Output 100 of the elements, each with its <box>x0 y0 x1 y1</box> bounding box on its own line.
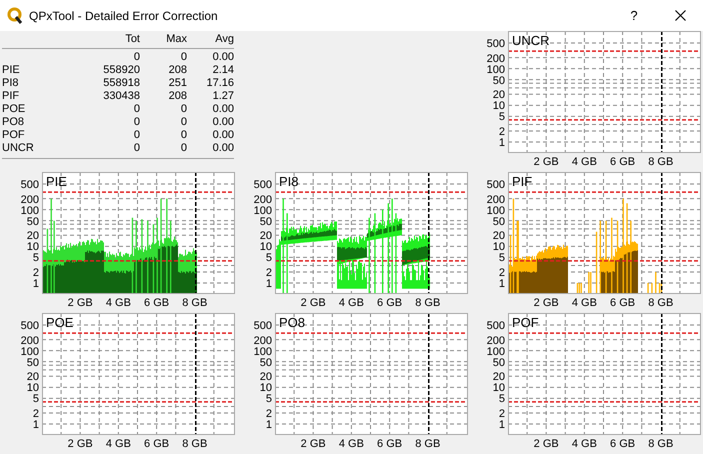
table-cell-text: 251 <box>168 77 187 90</box>
x-axis-label: 8 GB <box>648 156 674 168</box>
table-cell-text: 0.00 <box>212 129 234 142</box>
y-axis-label: 50 <box>260 216 272 228</box>
x-axis-label: 4 GB <box>572 156 597 168</box>
table-cell-text: 0 <box>180 51 187 64</box>
table-cell-text: 0 <box>132 103 140 116</box>
y-axis-label: 1 <box>266 419 272 431</box>
y-axis-label: 500 <box>254 320 272 332</box>
y-axis-label: 2 <box>498 266 505 279</box>
column-header: Max <box>140 33 187 49</box>
y-axis-label: 100 <box>254 204 272 217</box>
y-axis-label: 50 <box>260 356 272 369</box>
y-axis-label: 200 <box>486 334 505 347</box>
x-axis-label: 6 GB <box>144 297 170 309</box>
x-axis-label: 6 GB <box>377 297 402 309</box>
x-axis-label: 2 GB <box>68 438 93 450</box>
table-cell-text: 0 <box>132 116 140 129</box>
y-axis-label: 5 <box>266 252 272 264</box>
y-axis-label: 20 <box>26 371 39 384</box>
row-label: POF <box>2 129 26 142</box>
y-axis-label: 2 <box>32 266 39 279</box>
y-axis-label: 5 <box>498 111 505 124</box>
y-axis-label: 100 <box>254 346 272 358</box>
y-axis-label: 500 <box>20 179 39 191</box>
y-axis-label: 20 <box>492 230 505 242</box>
x-axis-label: 2 GB <box>534 438 559 450</box>
y-axis-label: 20 <box>492 89 505 102</box>
y-axis-label: 10 <box>492 241 505 254</box>
y-axis-label: 500 <box>20 320 39 332</box>
y-axis-label: 200 <box>254 194 272 206</box>
table-cell-text: 0 <box>180 129 187 142</box>
x-axis-label: 6 GB <box>144 438 170 450</box>
y-axis-label: 100 <box>486 64 505 76</box>
table-cell-text: 17.16 <box>205 77 234 90</box>
table-cell-text: 558920 <box>102 64 140 77</box>
y-axis-label: 100 <box>20 204 39 217</box>
row-label: PO8 <box>2 116 26 129</box>
y-axis-label: 10 <box>492 100 505 112</box>
table-cell-text: 208 <box>168 90 187 103</box>
window-title: QPxTool - Detailed Error Correction <box>29 8 219 22</box>
row-label: PI8 <box>2 77 20 90</box>
table-cell-text: 558918 <box>102 77 140 90</box>
y-axis-label: 5 <box>32 252 39 264</box>
table-cell-text: 1.27 <box>212 90 234 103</box>
table-cell-text: 0 <box>132 51 140 64</box>
chart-title: POF <box>512 316 539 330</box>
y-axis-label: 2 <box>498 408 505 420</box>
y-axis-label: 1 <box>498 137 505 149</box>
y-axis-label: 1 <box>32 278 39 290</box>
y-axis-label: 1 <box>266 278 272 290</box>
y-axis-label: 200 <box>486 52 505 65</box>
x-axis-label: 2 GB <box>68 297 93 309</box>
table-cell-text: 0.00 <box>212 51 234 64</box>
chart-title: UNCR <box>512 34 550 48</box>
y-axis-label: 1 <box>498 278 505 290</box>
y-axis-label: 200 <box>254 334 272 347</box>
table-cell-text: 0.00 <box>212 142 234 155</box>
row-label: PIE <box>2 64 21 77</box>
x-axis-label: 8 GB <box>182 438 208 450</box>
table-cell-text: 0 <box>180 142 187 155</box>
y-axis-label: 1 <box>498 419 505 431</box>
close-icon <box>674 10 686 21</box>
chart-title: PIE <box>46 175 67 189</box>
y-axis-label: 100 <box>486 204 505 217</box>
x-axis-label: 8 GB <box>415 438 440 450</box>
y-axis-label: 500 <box>486 179 505 191</box>
y-axis-label: 50 <box>26 216 39 228</box>
y-axis-label: 20 <box>260 230 272 242</box>
x-axis-label: 6 GB <box>377 438 402 450</box>
x-axis-label: 8 GB <box>648 438 674 450</box>
table-cell-text: 2.14 <box>212 64 234 77</box>
table-cell-text: 330438 <box>102 90 140 103</box>
table-cell-text: 0.00 <box>212 103 234 116</box>
y-axis-label: 20 <box>26 230 39 242</box>
x-axis-label: 2 GB <box>534 297 559 309</box>
chart-title: PO8 <box>279 316 306 330</box>
y-axis-label: 50 <box>492 356 505 369</box>
column-header: Avg <box>187 33 234 49</box>
table-cell-text: 0.00 <box>212 116 234 129</box>
x-axis-label: 4 GB <box>572 297 597 309</box>
column-header: Tot <box>62 33 140 49</box>
table-cell-text: 0 <box>132 129 140 142</box>
x-axis-label: 4 GB <box>106 297 131 309</box>
y-axis-label: 5 <box>32 393 39 406</box>
x-axis-label: 8 GB <box>648 297 674 309</box>
y-axis-label: 2 <box>498 126 505 138</box>
table-cell-text: 0 <box>180 116 187 129</box>
table-cell-text: 208 <box>168 64 187 77</box>
chart-title: PIF <box>512 175 532 189</box>
y-axis-label: 2 <box>266 266 272 279</box>
row-label: UNCR <box>2 142 35 155</box>
help-button[interactable]: ? <box>611 0 657 31</box>
y-axis-label: 2 <box>32 408 39 420</box>
y-axis-label: 2 <box>266 408 272 420</box>
table-cell-text: 0 <box>180 103 187 116</box>
x-axis-label: 4 GB <box>338 297 364 309</box>
chart-title: PI8 <box>279 175 299 189</box>
y-axis-label: 500 <box>486 320 505 332</box>
x-axis-label: 8 GB <box>182 297 208 309</box>
